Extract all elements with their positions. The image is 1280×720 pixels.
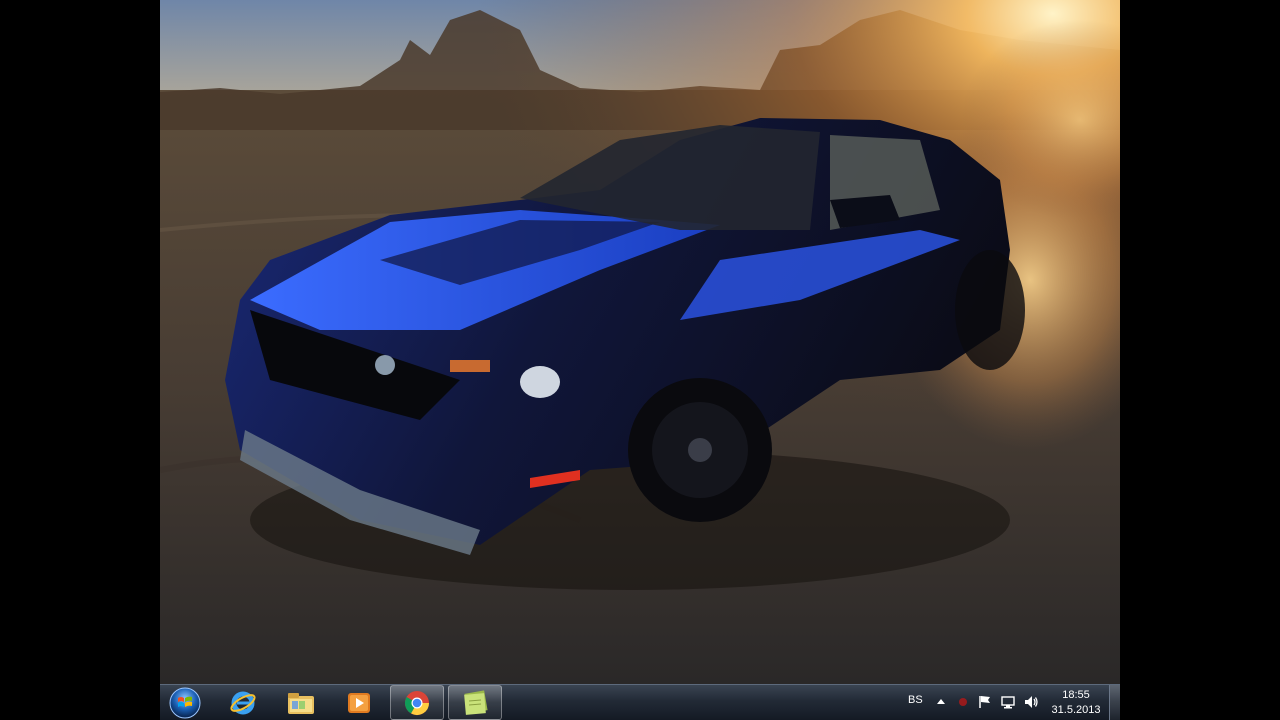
- internet-explorer-icon: [230, 691, 256, 714]
- wallpaper-image: [160, 0, 1120, 684]
- tray-status-red[interactable]: [954, 693, 972, 711]
- clock-date: 31.5.2013: [1051, 704, 1101, 716]
- action-center-flag-icon: [979, 696, 990, 708]
- volume-icon: [1025, 696, 1038, 708]
- show-hidden-icons-button[interactable]: [932, 693, 950, 711]
- red-status-icon: [959, 698, 967, 706]
- taskbar: BS 18:55 31.5.2013: [160, 684, 1120, 720]
- sticky-notes-icon: [464, 689, 488, 715]
- language-indicator[interactable]: BS: [908, 694, 923, 706]
- folder-library-icon: [288, 692, 314, 714]
- tray-network[interactable]: [999, 693, 1017, 711]
- taskbar-sticky-notes[interactable]: [448, 685, 502, 720]
- taskbar-media-player[interactable]: [332, 685, 386, 720]
- network-icon: [1001, 696, 1015, 709]
- tray-volume[interactable]: [1022, 693, 1040, 711]
- tray-action-center[interactable]: [976, 693, 994, 711]
- chrome-icon: [404, 690, 429, 715]
- windows-start-orb-icon: [169, 687, 201, 718]
- desktop-screen: BS 18:55 31.5.2013: [160, 0, 1120, 720]
- taskbar-windows-explorer[interactable]: [274, 685, 328, 720]
- media-player-icon: [348, 692, 370, 713]
- desktop-wallpaper: [160, 0, 1120, 684]
- taskbar-clock[interactable]: 18:55 31.5.2013: [1040, 688, 1112, 718]
- taskbar-internet-explorer[interactable]: [216, 685, 270, 720]
- start-button[interactable]: [165, 685, 205, 720]
- clock-time: 18:55: [1062, 689, 1090, 701]
- up-arrow-icon: [937, 699, 945, 704]
- show-desktop-button[interactable]: [1109, 685, 1120, 720]
- taskbar-google-chrome[interactable]: [390, 685, 444, 720]
